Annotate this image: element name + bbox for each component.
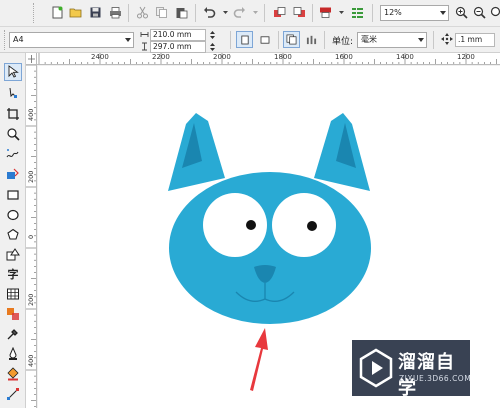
- eyedropper-icon[interactable]: [4, 325, 22, 343]
- fill-icon[interactable]: [4, 365, 22, 383]
- current-page-button[interactable]: [303, 31, 320, 48]
- all-pages-icon: [286, 34, 297, 45]
- watermark-logo-icon: [359, 348, 393, 388]
- zoom-page-icon[interactable]: [489, 5, 500, 20]
- ellipse-tool-icon[interactable]: [4, 206, 22, 224]
- nudge-distance-field[interactable]: .1 mm: [455, 33, 495, 47]
- polygon-tool-icon[interactable]: [4, 226, 22, 244]
- ruler-top-label: 1600: [335, 53, 353, 61]
- zoom-level-combo[interactable]: 12%: [380, 5, 449, 21]
- cat-left-eye: [203, 193, 267, 257]
- zoom-tool-icon[interactable]: [4, 125, 22, 143]
- open-icon[interactable]: [68, 5, 83, 20]
- basic-shapes-icon[interactable]: [4, 246, 22, 264]
- print-icon[interactable]: [108, 5, 123, 20]
- page-size-value: A4: [13, 35, 24, 44]
- cat-left-pupil: [246, 220, 256, 230]
- smart-fill-icon[interactable]: [4, 165, 22, 183]
- undo-dropdown-icon[interactable]: [218, 5, 233, 20]
- width-spinner[interactable]: [208, 29, 217, 41]
- height-icon: [140, 42, 149, 51]
- interactive-fill-icon[interactable]: [4, 385, 22, 403]
- ruler-origin[interactable]: [26, 53, 37, 65]
- page-height-field[interactable]: 297.0 mm: [150, 41, 206, 53]
- page-width-value: 210.0 mm: [153, 30, 192, 39]
- ruler-top-label: 2200: [152, 53, 170, 61]
- nudge-icon: [441, 33, 453, 45]
- rectangle-tool-icon[interactable]: [4, 186, 22, 204]
- page-size-combo[interactable]: A4: [9, 32, 134, 48]
- vertical-ruler[interactable]: 400 200 0 200 400: [26, 65, 37, 408]
- freehand-tool-icon[interactable]: [4, 145, 22, 163]
- current-page-icon: [306, 35, 317, 45]
- ruler-left-label: 0: [27, 234, 35, 239]
- ruler-left-label: 400: [27, 108, 35, 121]
- horizontal-ruler[interactable]: 2400 2200 2000 1800 1600 1400 1200: [37, 53, 500, 65]
- units-value: 毫米: [361, 35, 377, 44]
- copy-icon[interactable]: [154, 5, 169, 20]
- import-icon[interactable]: [272, 5, 287, 20]
- height-spinner[interactable]: [208, 41, 217, 53]
- units-label: 单位:: [332, 37, 354, 47]
- watermark-url: ZIXUE.3D66.COM: [399, 374, 472, 383]
- parallel-dimension-icon[interactable]: [4, 305, 22, 323]
- table-tool-icon[interactable]: [4, 285, 22, 303]
- portrait-icon: [240, 35, 249, 44]
- units-combo[interactable]: 毫米: [357, 32, 427, 48]
- save-icon[interactable]: [88, 5, 103, 20]
- nudge-distance-value: .1 mm: [458, 35, 483, 44]
- landscape-icon: [260, 35, 269, 44]
- standard-toolbar: 12%: [0, 0, 500, 27]
- app-launcher-icon[interactable]: [350, 5, 365, 20]
- outline-icon[interactable]: [4, 345, 22, 363]
- text-tool-icon[interactable]: 字: [4, 265, 22, 283]
- ruler-top-label: 2000: [213, 53, 231, 61]
- ruler-left-label: 200: [27, 293, 35, 306]
- redo-icon[interactable]: [232, 5, 247, 20]
- ruler-top-label: 1200: [457, 53, 475, 61]
- export-icon[interactable]: [292, 5, 307, 20]
- paste-icon[interactable]: [174, 5, 189, 20]
- new-icon[interactable]: [50, 5, 65, 20]
- crop-tool-icon[interactable]: [4, 105, 22, 123]
- pick-tool-icon[interactable]: [4, 63, 22, 81]
- cat-right-pupil: [307, 221, 317, 231]
- redo-dropdown-icon[interactable]: [248, 5, 263, 20]
- page-width-field[interactable]: 210.0 mm: [150, 29, 206, 41]
- watermark: 溜溜自学 ZIXUE.3D66.COM: [352, 340, 472, 399]
- ruler-left-label: 200: [27, 170, 35, 183]
- publish-icon[interactable]: [318, 5, 333, 20]
- property-bar-grip[interactable]: [4, 30, 6, 50]
- all-pages-button[interactable]: [283, 31, 300, 48]
- text-tool-glyph: 字: [7, 268, 19, 281]
- ruler-left-label: 400: [27, 354, 35, 367]
- property-bar: A4 210.0 mm 297.0 mm 单位: 毫米 .1 mm: [0, 27, 500, 53]
- cut-icon[interactable]: [135, 5, 150, 20]
- zoom-in-icon[interactable]: [454, 5, 469, 20]
- publish-dropdown-icon[interactable]: [334, 5, 349, 20]
- red-arrow: [250, 328, 268, 391]
- page-height-value: 297.0 mm: [153, 42, 192, 51]
- toolbox: 字: [0, 53, 26, 408]
- coreldraw-window: 12% A4 210.0 mm 297.0 mm 单位: 毫米 .1 mm 24…: [0, 0, 500, 408]
- undo-icon[interactable]: [202, 5, 217, 20]
- portrait-button[interactable]: [236, 31, 253, 48]
- ruler-top-label: 1400: [396, 53, 414, 61]
- ruler-top-label: 2400: [91, 53, 109, 61]
- zoom-out-icon[interactable]: [472, 5, 487, 20]
- toolbar-grip[interactable]: [33, 3, 35, 23]
- landscape-button[interactable]: [256, 31, 273, 48]
- cat-right-eye: [272, 193, 336, 257]
- ruler-top-label: 1800: [274, 53, 292, 61]
- zoom-level-value: 12%: [384, 8, 402, 17]
- width-icon: [140, 30, 149, 39]
- shape-tool-icon[interactable]: [4, 84, 22, 102]
